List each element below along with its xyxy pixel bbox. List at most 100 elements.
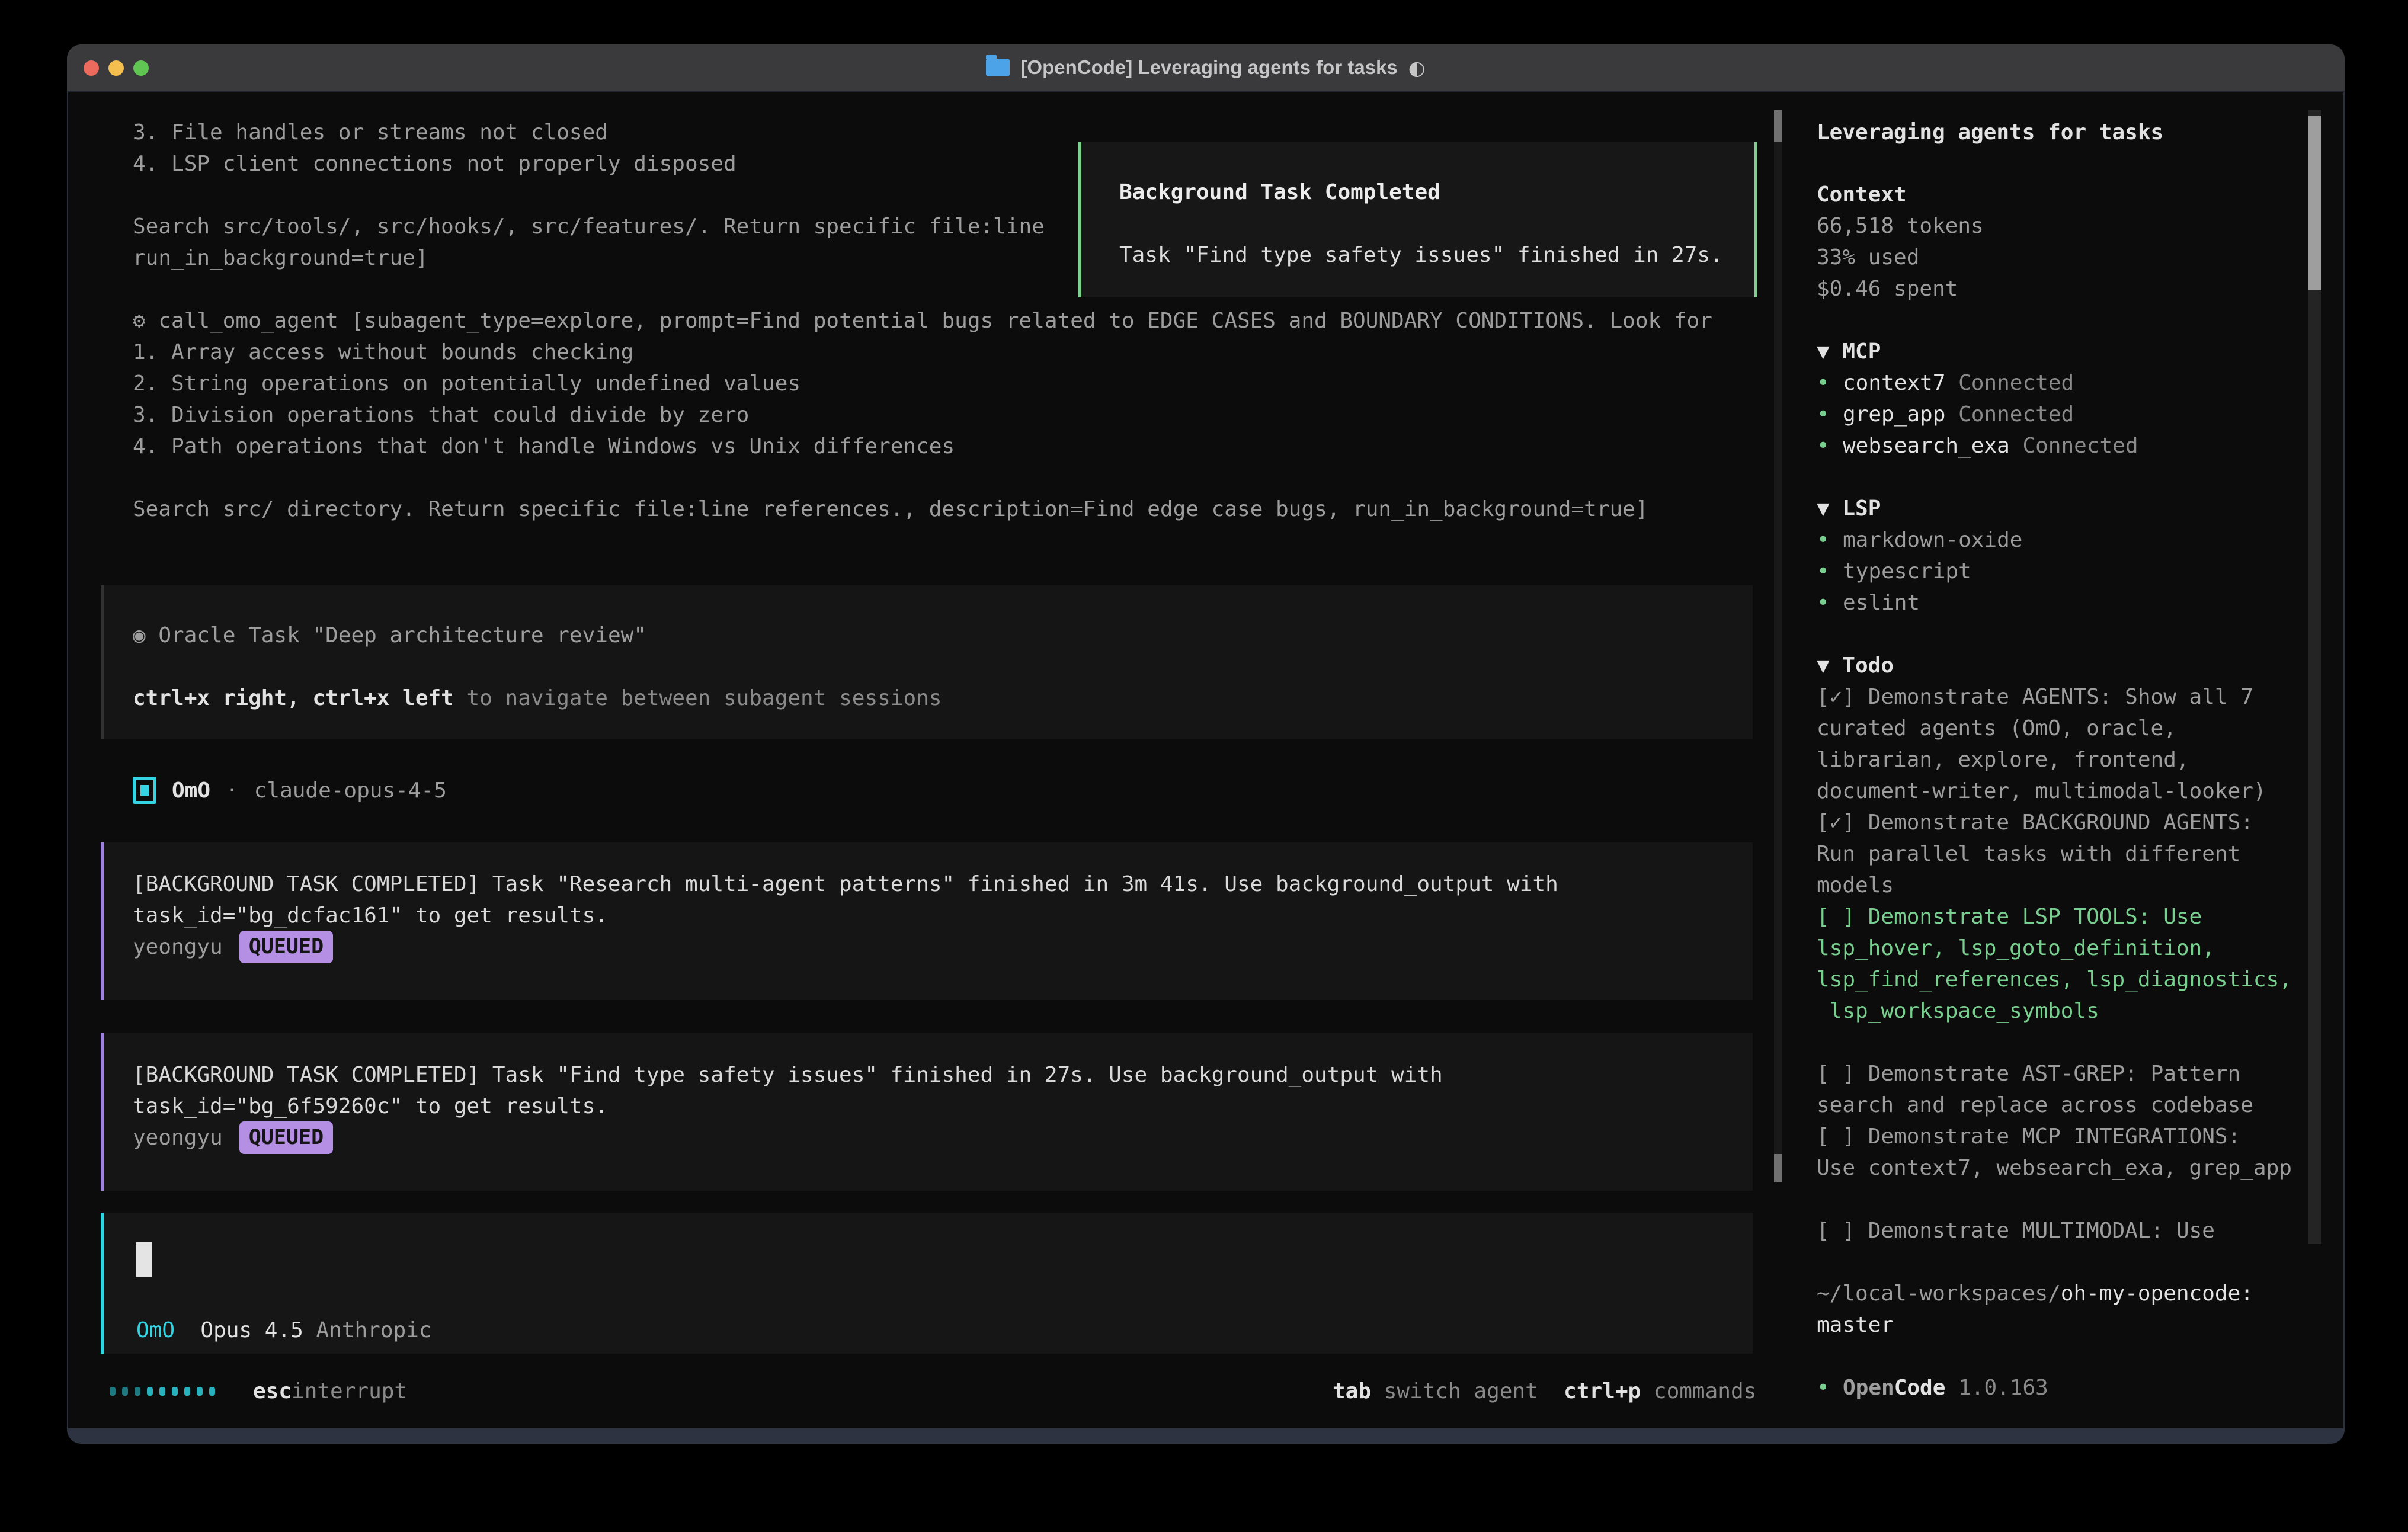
todo-line: [✓] Demonstrate AGENTS: Show all 7 [1817,681,2308,713]
window-titlebar[interactable]: [OpenCode] Leveraging agents for tasks ◐ [67,44,2345,92]
workspace-branch: master [1817,1309,2308,1341]
context-tokens: 66,518 tokens [1817,210,2308,242]
mcp-item: •context7 Connected [1817,367,2308,399]
spinner-dot [159,1387,165,1396]
mcp-item: •grep_app Connected [1817,399,2308,430]
mcp-section-header[interactable]: ▼ MCP [1817,336,2308,367]
oracle-title-text: Oracle Task "Deep architecture review" [146,623,646,648]
transcript-line: 3. Division operations that could divide… [133,399,1768,431]
lsp-section-header[interactable]: ▼ LSP [1817,493,2308,524]
todo-section: ▼ Todo [✓] Demonstrate AGENTS: Show all … [1817,650,2308,1246]
oracle-hint-line: ctrl+x right, ctrl+x left to navigate be… [133,682,1753,714]
transcript-line: 2. String operations on potentially unde… [133,368,1768,399]
hint-gap [1371,1379,1384,1403]
oracle-task-box: ◉ Oracle Task "Deep architecture review"… [101,585,1753,739]
spinner-dot [209,1387,215,1396]
mcp-item: •websearch_exa Connected [1817,430,2308,461]
maximize-button[interactable] [133,60,149,76]
spinner-dot [147,1387,153,1396]
text-cursor [136,1242,152,1277]
todo-line-active: lsp_workspace_symbols [1817,995,2308,1027]
task-line-2: task_id="bg_dcfac161" to get results. [133,900,1753,931]
prompt-input[interactable]: OmO Opus 4.5 Anthropic [101,1213,1753,1354]
oracle-title-line: ◉ Oracle Task "Deep architecture review" [133,620,1753,651]
app-name-bright: Code [1894,1376,1946,1400]
bullet-icon: • [1817,1372,1843,1403]
hint-gap [1538,1379,1564,1403]
mcp-item-status: Connected [1958,371,2074,395]
todo-line-active: [ ] Demonstrate LSP TOOLS: Use [1817,901,2308,932]
transcript-line: 4. Path operations that don't handle Win… [133,431,1768,462]
window-bottom-edge [67,1428,2345,1444]
version-number: 1.0.163 [1958,1376,2048,1400]
gear-icon: ⚙ [133,309,146,333]
todo-header-text: Todo [1842,653,1894,678]
agent-square-fill [140,785,149,796]
todo-line: [ ] Demonstrate MULTIMODAL: Use [1817,1215,2308,1246]
task-user: yeongyu [133,931,223,963]
version-gap [1945,1376,1958,1400]
status-badge: QUEUED [239,1121,333,1154]
desktop: [OpenCode] Leveraging agents for tasks ◐… [0,0,2408,1532]
workspace-path-prefix: ~/local-workspaces/ [1817,1281,2061,1306]
sidebar-scrollbar-thumb[interactable] [2308,116,2321,290]
tool-call-line: ⚙ call_omo_agent [subagent_type=explore,… [133,305,1768,336]
toast-body: Task "Find type safety issues" finished … [1119,239,1754,271]
close-button[interactable] [84,60,99,76]
header-gap [1830,653,1843,678]
agent-model: claude-opus-4-5 [254,775,447,806]
todo-line: models [1817,870,2308,901]
lsp-section: ▼ LSP •markdown-oxide •typescript •eslin… [1817,493,2308,618]
background-task-toast: Background Task Completed Task "Find typ… [1078,142,1757,297]
todo-line: curated agents (OmO, oracle, [1817,713,2308,744]
bullet-icon: • [1817,430,1843,461]
todo-line: [ ] Demonstrate MCP INTEGRATIONS: [1817,1121,2308,1152]
spinner-dots-icon [110,1387,215,1396]
item-gap [2010,434,2023,458]
spinner-dot [172,1387,178,1396]
window-title: [OpenCode] Leveraging agents for tasks ◐ [986,56,1425,79]
todo-line: librarian, explore, frontend, [1817,744,2308,775]
mcp-item-name: websearch_exa [1843,434,2010,458]
spinner-dot [110,1387,116,1396]
lsp-item: •markdown-oxide [1817,524,2308,556]
context-section: Context 66,518 tokens 33% used $0.46 spe… [1817,179,2308,305]
half-circle-icon: ◐ [1408,56,1426,79]
transcript-line: Search src/ directory. Return specific f… [133,493,1768,525]
record-icon: ◉ [133,623,146,648]
main-scrollbar-thumb[interactable] [1774,110,1782,142]
tab-key-hint: tab [1333,1379,1371,1403]
minimize-button[interactable] [108,60,124,76]
mcp-section: ▼ MCP •context7 Connected •grep_app Conn… [1817,336,2308,461]
workspace-repo: oh-my-opencode: [2061,1281,2253,1306]
context-spent: $0.46 spent [1817,273,2308,305]
workspace-path: ~/local-workspaces/oh-my-opencode: maste… [1817,1278,2308,1341]
task-line-2: task_id="bg_6f59260c" to get results. [133,1091,1753,1122]
bullet-icon: • [1817,524,1843,556]
todo-section-header[interactable]: ▼ Todo [1817,650,2308,681]
lsp-item-name: markdown-oxide [1843,528,2022,552]
task-meta-row: yeongyu QUEUED [133,931,1753,963]
tab-hint-label: switch agent [1384,1379,1538,1403]
tool-call-text: call_omo_agent [subagent_type=explore, p… [146,309,1712,333]
hint-gap [1641,1379,1654,1403]
model-row-gap [175,1318,200,1342]
sidebar-scrollbar[interactable] [2308,110,2321,1244]
main-scrollbar-thumb[interactable] [1774,1154,1782,1182]
agent-header: OmO · claude-opus-4-5 [133,776,447,805]
todo-line-active: lsp_find_references, lsp_diagnostics, [1817,964,2308,995]
model-row-gap2 [303,1318,316,1342]
todo-line: [ ] Demonstrate AST-GREP: Pattern [1817,1058,2308,1089]
task-line-1: [BACKGROUND TASK COMPLETED] Task "Find t… [133,1059,1753,1091]
transcript-line [133,462,1768,493]
mcp-item-status: Connected [1958,402,2074,427]
lsp-item-name: typescript [1843,559,1971,584]
ctrlp-hint-label: commands [1654,1379,1756,1403]
lsp-item: •typescript [1817,556,2308,587]
spinner-dot [184,1387,190,1396]
task-meta-row: yeongyu QUEUED [133,1122,1753,1153]
main-scrollbar[interactable] [1774,110,1782,1182]
spinner-dot [135,1387,140,1396]
statusbar-left: esc interrupt [110,1376,407,1407]
todo-gap [1817,1184,2308,1215]
